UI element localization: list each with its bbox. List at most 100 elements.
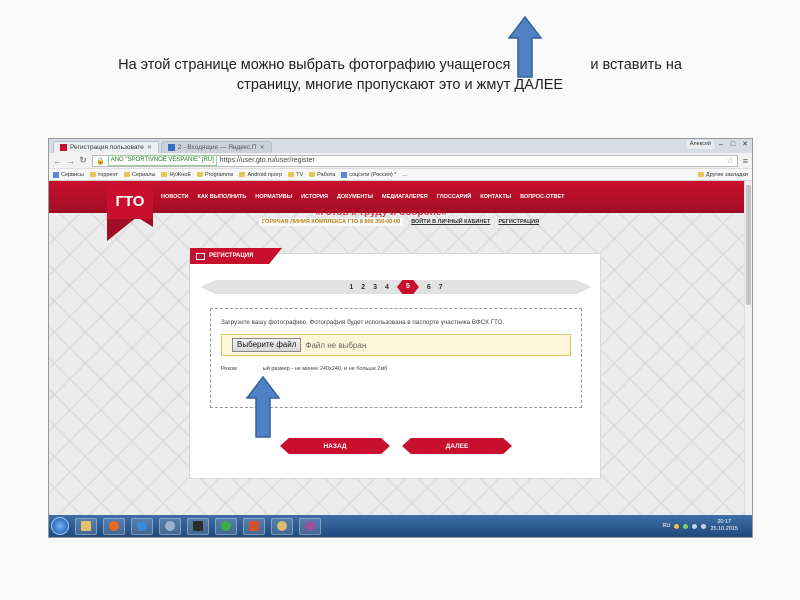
taskbar-chrome-icon[interactable] <box>215 517 237 535</box>
nav-item-history[interactable]: ИСТОРИЯ <box>301 194 328 200</box>
register-link[interactable]: РЕГИСТРАЦИЯ <box>498 219 539 225</box>
nav-item-media[interactable]: МЕДИАГАЛЕРЕЯ <box>382 194 428 200</box>
reload-icon[interactable]: ↻ <box>79 155 87 166</box>
step-3: 3 <box>373 283 378 291</box>
size-hint: Реком ый размер - не менее 240х240, и не … <box>221 366 571 372</box>
slide-caption: На этой странице можно выбрать фотографи… <box>40 55 760 95</box>
apps-icon <box>53 171 59 178</box>
bookmark-star-icon[interactable]: ☆ <box>727 156 734 165</box>
bookmark-folder[interactable]: Работа <box>309 172 335 178</box>
social-icon <box>341 171 348 178</box>
clock[interactable]: 20:17 25.10.2015 <box>710 519 738 533</box>
ev-certificate-badge[interactable]: ANO "SPORTIVNOE VESPANIE" [RU] <box>107 155 217 166</box>
folder-icon <box>81 521 91 531</box>
step-6: 6 <box>426 283 431 291</box>
step-2: 2 <box>361 283 366 291</box>
close-icon[interactable]: ✕ <box>260 142 265 154</box>
address-bar[interactable]: 🔒 ANO "SPORTIVNOE VESPANIE" [RU] https:/… <box>92 154 738 167</box>
upload-instructions: Загрузите вашу фотографию. Фотография бу… <box>221 319 505 326</box>
bookmark-label: торрент <box>97 171 119 178</box>
folder-icon <box>697 172 704 177</box>
tab-registration[interactable]: Регистрация пользовате ✕ <box>53 141 159 153</box>
registration-title: РЕГИСТРАЦИЯ <box>209 253 254 259</box>
nav-item-faq[interactable]: ВОПРОС-ОТВЕТ <box>520 194 564 200</box>
page-scrollbar[interactable] <box>744 181 752 515</box>
bookmark-folder[interactable]: торрент <box>89 171 119 178</box>
gto-logo[interactable]: ГТО <box>107 181 153 241</box>
close-window-icon[interactable]: ✕ <box>740 141 750 149</box>
taskbar-explorer-icon[interactable] <box>75 517 97 535</box>
site-sub-nav: ГОРЯЧАЯ ЛИНИЯ КОМПЛЕКСА ГТО 8 800 350-00… <box>249 213 744 231</box>
profile-button[interactable]: Алексей <box>686 140 714 149</box>
bookmark-folder[interactable]: Сериалы <box>124 172 155 178</box>
bookmark-label: Сериалы <box>132 171 156 178</box>
login-link[interactable]: ВОЙТИ В ЛИЧНЫЙ КАБИНЕТ <box>411 219 490 225</box>
tab-mail[interactable]: 2 - Входящие — Яндекс.П ✕ <box>160 141 272 154</box>
step-5-active: 5 <box>396 280 419 294</box>
caption-line2: страницу, многие пропускают это и жмут Д… <box>236 77 564 93</box>
file-input[interactable]: Выберите файл Файл не выбран <box>221 334 571 356</box>
url-text[interactable]: https://user.gto.ru/user/register <box>220 157 315 164</box>
bookmark-label: Android прогр <box>247 171 283 178</box>
nav-item-standards[interactable]: НОРМАТИВЫ <box>255 194 292 200</box>
taskbar-media-icon[interactable] <box>187 517 209 535</box>
forward-arrow-icon[interactable]: → <box>66 156 75 166</box>
taskbar-powerpoint-icon[interactable] <box>243 517 265 535</box>
back-button[interactable]: НАЗАД <box>280 438 390 454</box>
taskbar-app-icon[interactable] <box>159 517 181 535</box>
other-bookmarks[interactable]: Другие закладки <box>697 172 748 178</box>
step-7: 7 <box>438 283 443 291</box>
nav-item-how-to[interactable]: КАК ВЫПОЛНИТЬ <box>198 194 247 200</box>
folder-icon <box>124 172 131 177</box>
menu-icon[interactable]: ≡ <box>743 156 748 166</box>
choose-file-button[interactable]: Выберите файл <box>232 338 302 352</box>
language-indicator[interactable]: RU <box>663 523 671 529</box>
start-button[interactable] <box>51 517 69 535</box>
taskbar-firefox-icon[interactable] <box>103 517 125 535</box>
taskbar-paint-icon[interactable] <box>271 517 293 535</box>
next-button[interactable]: ДАЛЕЕ <box>402 438 512 454</box>
nav-item-glossary[interactable]: ГЛОССАРИЙ <box>437 194 471 200</box>
bookmark-label: соцсети (Россия) * <box>349 171 397 178</box>
firefox-icon <box>109 521 119 531</box>
paint-icon <box>277 521 287 531</box>
bookmark-folder[interactable]: Android прогр <box>239 172 282 178</box>
volume-icon[interactable] <box>701 523 707 529</box>
bookmark-folder[interactable]: НуЖноЕ <box>161 172 191 178</box>
scrollbar-thumb[interactable] <box>746 185 751 305</box>
logo-text: ГТО <box>116 193 145 210</box>
pointer-arrow-top <box>508 16 542 78</box>
app-icon <box>165 521 175 531</box>
nav-item-contacts[interactable]: КОНТАКТЫ <box>480 194 511 200</box>
address-toolbar: ← → ↻ 🔒 ANO "SPORTIVNOE VESPANIE" [RU] h… <box>49 153 752 169</box>
bookmark-folder[interactable]: Programms <box>197 172 233 178</box>
bookmark-social[interactable]: соцсети (Россия) * <box>341 171 397 178</box>
bookmark-label: TV <box>296 171 304 178</box>
bookmark-more[interactable]: ... <box>402 172 407 178</box>
bookmark-label: Programms <box>205 171 234 178</box>
back-arrow-icon[interactable]: ← <box>53 156 62 166</box>
hotline-text: ГОРЯЧАЯ ЛИНИЯ КОМПЛЕКСА ГТО 8 800 350-00… <box>259 218 404 226</box>
bookmarks-bar: Сервисы торрент Сериалы НуЖноЕ Programms… <box>49 169 752 181</box>
tray-icon[interactable] <box>683 523 689 529</box>
minimize-icon[interactable]: – <box>716 141 726 149</box>
bookmark-label: Работа <box>317 171 336 178</box>
chrome-icon <box>221 521 231 531</box>
system-tray: RU 20:17 25.10.2015 <box>663 519 752 533</box>
maximize-icon[interactable]: □ <box>728 141 738 149</box>
windows-taskbar: RU 20:17 25.10.2015 <box>49 515 752 537</box>
file-status: Файл не выбран <box>305 340 367 350</box>
taskbar-app2-icon[interactable] <box>299 517 321 535</box>
app2-icon <box>305 521 315 531</box>
network-icon[interactable] <box>692 523 698 529</box>
bookmark-apps[interactable]: Сервисы <box>53 171 84 178</box>
nav-item-news[interactable]: НОВОСТИ <box>161 194 189 200</box>
close-icon[interactable]: ✕ <box>147 142 152 154</box>
taskbar-ie-icon[interactable] <box>131 517 153 535</box>
tray-icon[interactable] <box>674 523 680 529</box>
bookmark-folder[interactable]: TV <box>288 172 303 178</box>
folder-icon <box>288 172 295 177</box>
clock-time: 20:17 <box>717 519 732 525</box>
nav-item-documents[interactable]: ДОКУМЕНТЫ <box>337 194 373 200</box>
browser-tabbar: Регистрация пользовате ✕ 2 - Входящие — … <box>49 139 752 153</box>
